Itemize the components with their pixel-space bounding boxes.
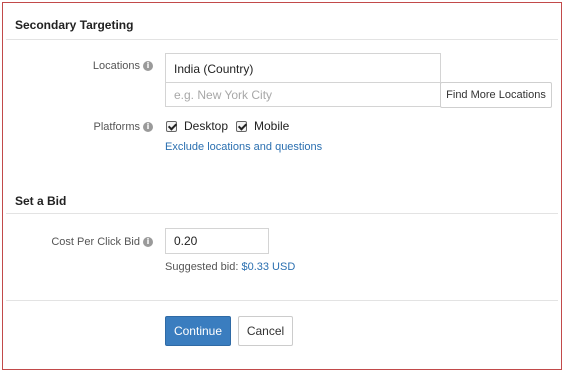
location-search-input[interactable] [165, 82, 441, 107]
cpc-bid-input[interactable] [165, 228, 269, 254]
platforms-label-row: Platforms i [43, 121, 153, 133]
info-icon[interactable]: i [143, 122, 153, 133]
platform-mobile-checkbox[interactable]: Mobile [236, 119, 289, 133]
locations-label: Locations [92, 60, 140, 72]
set-bid-title: Set a Bid [15, 194, 67, 208]
checkbox-checked-icon[interactable] [236, 120, 247, 132]
suggested-bid-label: Suggested bid: [165, 261, 239, 273]
section-divider [6, 213, 558, 214]
suggested-bid-value: $0.33 USD [241, 261, 296, 273]
platforms-label: Platforms [93, 121, 140, 133]
find-more-locations-button[interactable]: Find More Locations [440, 82, 552, 108]
exclude-locations-link[interactable]: Exclude locations and questions [165, 141, 322, 153]
selected-location-box: India (Country) [165, 53, 441, 83]
info-icon[interactable]: i [143, 237, 153, 248]
cancel-button[interactable]: Cancel [238, 316, 293, 346]
platform-desktop-label: Desktop [184, 119, 229, 133]
actions-divider [6, 300, 558, 301]
secondary-targeting-title: Secondary Targeting [15, 18, 134, 32]
info-icon[interactable]: i [143, 61, 153, 72]
cpc-label: Cost Per Click Bid [51, 236, 140, 248]
section-divider [6, 39, 558, 40]
continue-button[interactable]: Continue [165, 316, 231, 346]
platform-mobile-label: Mobile [254, 119, 290, 133]
suggested-bid: Suggested bid: $0.33 USD [165, 261, 295, 273]
locations-label-row: Locations i [43, 60, 153, 72]
selected-location: India (Country) [174, 62, 254, 76]
checkbox-checked-icon[interactable] [166, 120, 177, 132]
cpc-label-row: Cost Per Click Bid i [33, 236, 153, 248]
platform-desktop-checkbox[interactable]: Desktop [166, 119, 228, 133]
targeting-panel: Secondary Targeting Locations i India (Co… [2, 2, 562, 370]
